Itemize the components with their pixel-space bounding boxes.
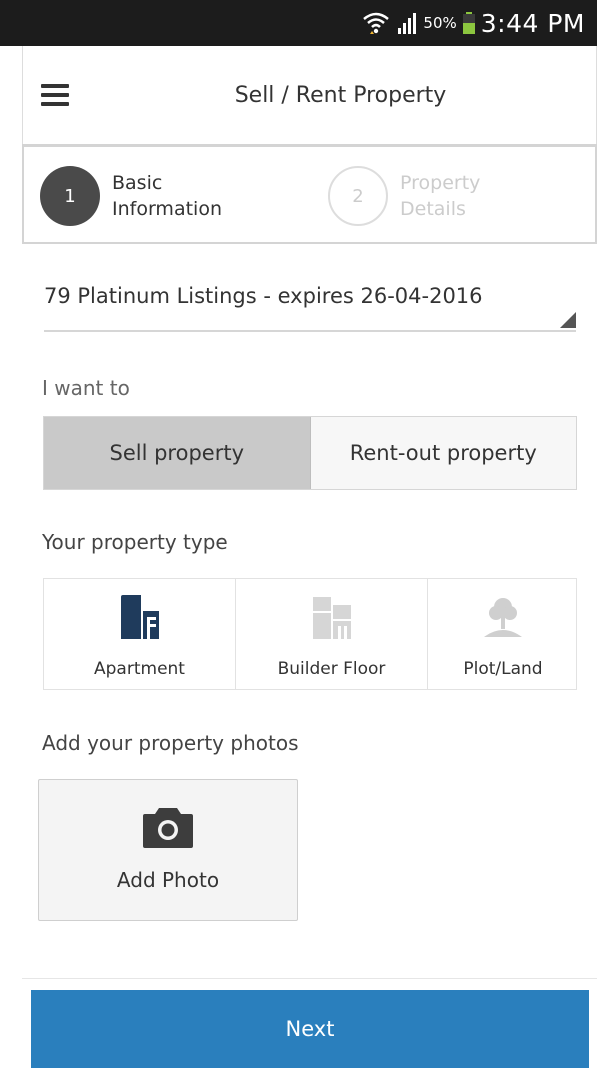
hamburger-menu-icon[interactable] (41, 84, 69, 106)
step-label: Property Details (400, 170, 480, 222)
property-type-builder-floor[interactable]: Builder Floor (236, 579, 428, 689)
wifi-icon (363, 12, 390, 34)
property-type-label-text: Plot/Land (463, 659, 543, 679)
property-type-label-text: Apartment (94, 659, 185, 679)
property-type-options: Apartment Builder Floor Plot/Land (43, 578, 577, 690)
step-basic-information[interactable]: 1 Basic Information (40, 161, 222, 231)
dropdown-caret-icon (560, 312, 576, 328)
add-photo-button[interactable]: Add Photo (38, 779, 298, 921)
plot-land-icon (484, 598, 522, 637)
step-label-line: Property (400, 172, 481, 194)
listing-package-select[interactable]: 79 Platinum Listings - expires 26-04-201… (44, 276, 576, 332)
step-number: 2 (328, 166, 388, 226)
step-label-line: Information (112, 198, 222, 220)
step-property-details[interactable]: 2 Property Details (328, 161, 480, 231)
page-title: Sell / Rent Property (234, 82, 447, 108)
rent-out-property-button[interactable]: Rent-out property (310, 417, 576, 489)
step-label: Basic Information (112, 170, 222, 222)
step-indicator: 1 Basic Information 2 Property Details (22, 144, 597, 244)
sell-property-button[interactable]: Sell property (44, 417, 311, 489)
clock: 3:44 PM (480, 8, 585, 38)
step-label-line: Details (400, 198, 466, 220)
status-bar: 50% 3:44 PM (0, 0, 597, 46)
camera-icon (143, 808, 193, 848)
step-label-line: Basic (112, 172, 163, 194)
apartment-icon (120, 595, 159, 639)
add-photo-label: Add Photo (116, 868, 220, 892)
battery-icon (462, 12, 475, 34)
footer-divider (22, 978, 597, 979)
property-type-label-text: Builder Floor (277, 659, 386, 679)
property-type-plot-land[interactable]: Plot/Land (428, 579, 576, 689)
property-type-apartment[interactable]: Apartment (44, 579, 236, 689)
battery-percent: 50% (423, 14, 457, 32)
signal-icon (398, 13, 417, 34)
listing-selected-value: 79 Platinum Listings - expires 26-04-201… (44, 284, 483, 308)
intent-toggle: Sell property Rent-out property (43, 416, 577, 490)
intent-label: I want to (42, 376, 130, 400)
app-header: Sell / Rent Property (22, 46, 597, 144)
builder-floor-icon (312, 597, 351, 639)
next-button[interactable]: Next (31, 990, 589, 1068)
property-type-label: Your property type (42, 530, 228, 554)
step-number: 1 (40, 166, 100, 226)
photos-label: Add your property photos (42, 731, 299, 755)
status-indicators: 50% 3:44 PM (361, 0, 585, 46)
